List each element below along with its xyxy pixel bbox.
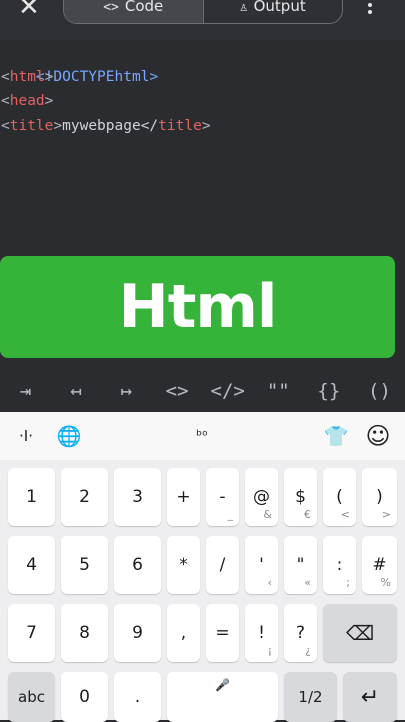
key-asterisk[interactable]: * <box>167 536 200 594</box>
banner-text: Html syntax <box>88 272 308 444</box>
key-period[interactable]: . <box>114 672 161 722</box>
enter-key[interactable]: ↵ <box>343 672 397 722</box>
shirt-icon[interactable]: 👕 <box>322 422 350 450</box>
backspace-icon: ⌫ <box>345 621 375 645</box>
voice-icon[interactable]: ᵇᵒ <box>188 422 216 450</box>
presentation-icon: ♙ <box>239 0 248 15</box>
key-7[interactable]: 7 <box>8 604 55 662</box>
braces-key[interactable]: {} <box>304 370 355 412</box>
arrow-left-bar-icon[interactable]: ↤ <box>51 370 102 412</box>
key-colon[interactable]: :; <box>323 536 356 594</box>
code-icon: <> <box>103 0 119 15</box>
key-plus[interactable]: + <box>167 468 200 526</box>
key-9[interactable]: 9 <box>114 604 161 662</box>
symbol-toolbar: ⇥ ↤ ↦ <> </> "" {} () <box>0 370 405 412</box>
key-4[interactable]: 4 <box>8 536 55 594</box>
key-apostrophe[interactable]: ' ‹ <box>245 536 278 594</box>
key-open-paren[interactable]: (< <box>323 468 356 526</box>
key-6[interactable]: 6 <box>114 536 161 594</box>
key-exclamation[interactable]: ! ¡ <box>245 604 278 662</box>
key-1[interactable]: 1 <box>8 468 55 526</box>
more-vertical-icon <box>360 0 380 14</box>
tab-output[interactable]: ♙ Output <box>204 0 343 23</box>
key-minus[interactable]: - _ <box>206 468 239 526</box>
space-key[interactable]: 🎤 <box>167 672 278 722</box>
arrow-right-bar-icon[interactable]: ↦ <box>101 370 152 412</box>
close-icon: ✕ <box>18 0 40 22</box>
key-3[interactable]: 3 <box>114 468 161 526</box>
key-hash[interactable]: #% <box>362 536 397 594</box>
key-equals[interactable]: = <box>206 604 239 662</box>
more-options-button[interactable] <box>360 0 380 20</box>
code-line: <head> <box>1 93 54 109</box>
key-double-quote[interactable]: " « <box>284 536 317 594</box>
emoji-icon[interactable]: ☺ <box>364 422 392 450</box>
tab-indent-icon[interactable]: ⇥ <box>0 370 51 412</box>
tab-code[interactable]: <> Code <box>64 0 204 23</box>
enter-icon: ↵ <box>360 684 380 710</box>
code-line: <!DOCTYPEhtml> <box>35 68 159 85</box>
closing-tag-key[interactable]: </> <box>202 370 253 412</box>
view-toggle: <> Code ♙ Output <box>63 0 343 24</box>
microphone-icon: 🎤 <box>215 678 230 692</box>
on-screen-keyboard: ·I· 🌐 ᵇᵒ 👕 ☺ 1 2 3 + - _ @ & $ € (< ) > 4 5 … <box>0 412 405 722</box>
tab-code-label: Code <box>124 0 164 15</box>
keyboard-toolbar: ·I· 🌐 ᵇᵒ 👕 ☺ <box>0 412 405 460</box>
key-question[interactable]: ? ¿ <box>284 604 317 662</box>
abc-key[interactable]: abc <box>8 672 55 722</box>
globe-icon[interactable]: 🌐 <box>55 422 83 450</box>
key-5[interactable]: 5 <box>61 536 108 594</box>
quotes-key[interactable]: "" <box>253 370 304 412</box>
parentheses-key[interactable]: () <box>354 370 405 412</box>
key-8[interactable]: 8 <box>61 604 108 662</box>
key-close-paren[interactable]: ) > <box>362 468 397 526</box>
key-comma[interactable]: , <box>167 604 200 662</box>
tab-output-label: Output <box>253 0 306 15</box>
key-2[interactable]: 2 <box>61 468 108 526</box>
top-bar: ✕ <> Code ♙ Output <box>0 0 405 40</box>
code-editor[interactable]: <!DOCTYPEhtml> <html> <head> <title>mywe… <box>0 40 405 255</box>
code-line: <title>mywebpage</title> <box>1 117 211 134</box>
key-0[interactable]: 0 <box>61 672 108 722</box>
key-dollar[interactable]: $ € <box>284 468 317 526</box>
angle-brackets-key[interactable]: <> <box>152 370 203 412</box>
key-at[interactable]: @ & <box>245 468 278 526</box>
backspace-key[interactable]: ⌫ <box>323 604 397 662</box>
symbols-page-key[interactable]: 1/2 <box>284 672 337 722</box>
cursor-icon[interactable]: ·I· <box>12 422 40 450</box>
title-banner: Html syntax <box>0 256 395 444</box>
close-button[interactable]: ✕ <box>18 0 50 24</box>
key-slash[interactable]: / <box>206 536 239 594</box>
